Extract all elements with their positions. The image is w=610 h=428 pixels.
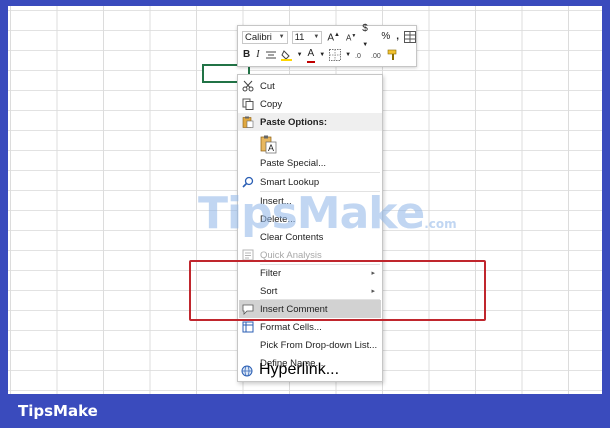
svg-text:.00: .00	[371, 53, 381, 60]
shrink-font-button[interactable]: A▼	[345, 29, 357, 46]
menu-section-label: Paste Options:	[260, 116, 328, 128]
chevron-down-icon[interactable]: ▼	[297, 52, 303, 58]
borders-icon[interactable]	[329, 49, 342, 61]
grow-font-button[interactable]: A▲	[326, 28, 341, 45]
bold-button[interactable]: B	[242, 48, 251, 62]
chevron-down-icon: ▼	[313, 34, 320, 40]
format-painter-icon[interactable]	[387, 49, 399, 61]
font-size-dropdown[interactable]: 11 ▼	[291, 30, 323, 44]
menu-item-label: Cut	[260, 80, 275, 92]
brand-logo-text: TipsMake	[18, 402, 98, 420]
hyperlink-icon	[241, 364, 253, 377]
chevron-down-icon[interactable]: ▼	[319, 52, 325, 58]
paste-icon-letter: A	[268, 143, 274, 153]
grow-font-icon: A	[327, 32, 335, 44]
align-center-icon[interactable]	[265, 49, 277, 61]
menu-item-label: Hyperlink...	[259, 361, 340, 378]
comma-style-button[interactable]: ,	[395, 30, 400, 44]
chevron-down-icon[interactable]: ▼	[345, 52, 351, 58]
spreadsheet-grid[interactable]: Calibri ▼ 11 ▼ A▲ A▼ $ ▼ % , B I ▼ A ▼ ▼…	[8, 6, 602, 394]
menu-section-paste-options: Paste Options:	[238, 113, 382, 131]
menu-item-paste-special[interactable]: Paste Special...	[238, 154, 382, 172]
watermark: TipsMake.com	[198, 188, 457, 239]
menu-item-label: Format Cells...	[260, 321, 322, 333]
font-color-button[interactable]: A	[306, 48, 316, 63]
menu-item-cut[interactable]: Cut	[238, 77, 382, 95]
currency-icon: $	[362, 23, 368, 34]
menu-item-pick-from-list[interactable]: Pick From Drop-down List...	[238, 336, 382, 354]
menu-item-label: Smart Lookup	[260, 176, 320, 188]
search-icon	[242, 176, 254, 188]
menu-item-hyperlink[interactable]: Hyperlink...	[237, 361, 381, 379]
italic-button[interactable]: I	[255, 48, 260, 62]
highlight-annotation-box	[189, 260, 486, 321]
watermark-suffix: .com	[424, 217, 457, 231]
menu-item-label: Copy	[260, 98, 283, 110]
percent-button[interactable]: %	[380, 30, 391, 44]
menu-item-label: Paste Special...	[260, 157, 327, 169]
clipboard-icon	[242, 116, 254, 128]
decrease-decimal-icon[interactable]: .00	[371, 49, 383, 61]
font-size-value: 11	[294, 31, 305, 43]
paste-keep-formatting-icon[interactable]: A	[260, 135, 278, 155]
font-name-dropdown[interactable]: Calibri ▼	[242, 30, 288, 44]
menu-item-label: Quick Analysis	[260, 249, 322, 261]
menu-item-label: Pick From Drop-down List...	[260, 339, 378, 351]
menu-item-copy[interactable]: Copy	[238, 95, 382, 113]
format-cells-icon	[242, 321, 254, 333]
chevron-down-icon: ▼	[278, 34, 285, 40]
svg-text:.0: .0	[355, 53, 361, 60]
increase-decimal-icon[interactable]: .0	[355, 49, 367, 61]
format-table-icon[interactable]	[404, 31, 416, 43]
scissors-icon	[242, 80, 254, 92]
copy-icon	[242, 98, 254, 110]
fill-color-icon[interactable]	[280, 49, 293, 61]
watermark-main: TipsMake	[198, 188, 425, 239]
font-name-value: Calibri	[245, 31, 272, 43]
mini-toolbar: Calibri ▼ 11 ▼ A▲ A▼ $ ▼ % , B I ▼ A ▼ ▼…	[237, 23, 417, 67]
